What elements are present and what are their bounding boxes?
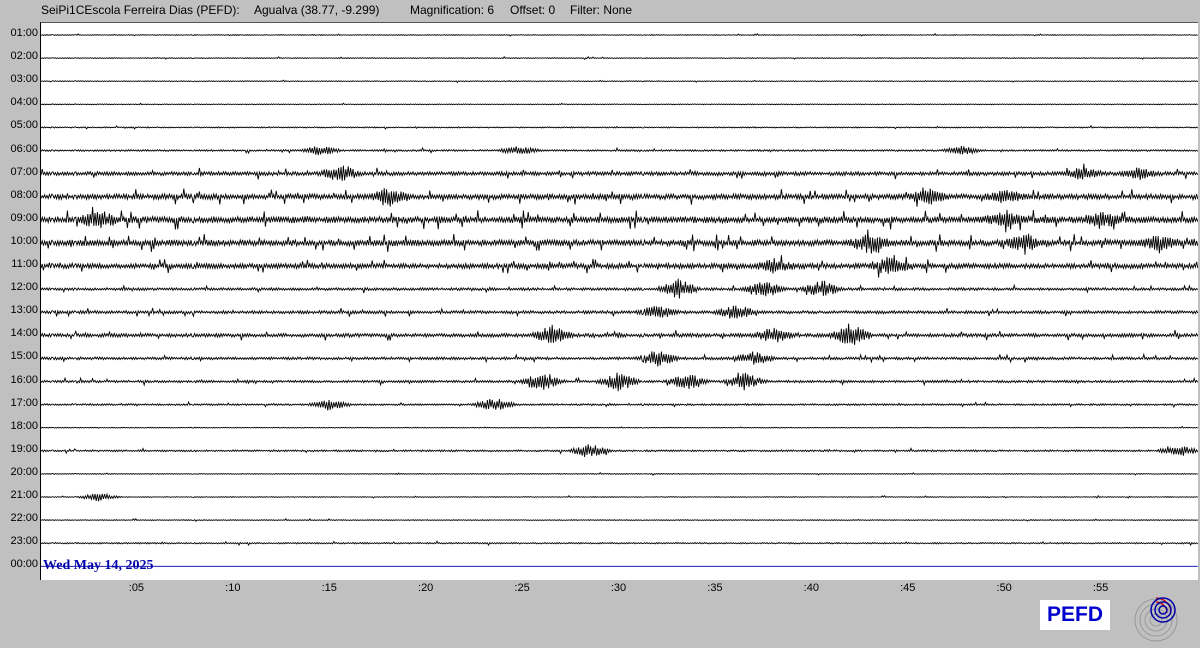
globe-logo-icon (1134, 597, 1178, 642)
trace-line-0400 (41, 102, 1198, 106)
magnification-label: Magnification: 6 (410, 3, 495, 17)
trace-line-0900 (41, 206, 1198, 233)
trace-line-0200 (41, 56, 1198, 61)
minute-tick-label: :35 (707, 582, 723, 594)
hour-tick-label: 04:00 (10, 96, 38, 109)
trace-line-1300 (41, 305, 1198, 319)
hour-tick-label: 16:00 (10, 373, 38, 386)
trace-line-1900 (41, 444, 1198, 457)
hour-tick-label: 01:00 (10, 27, 38, 39)
trace-line-2100 (41, 492, 1198, 502)
trace-line-0500 (41, 124, 1198, 130)
minute-tick-label: :10 (225, 582, 241, 594)
minute-tick-label: :55 (1092, 582, 1109, 594)
hour-tick-label: 00:00 (10, 558, 38, 571)
hour-tick-label: 05:00 (10, 119, 38, 132)
minute-tick-label: :40 (803, 582, 819, 594)
minute-tick-label: :15 (321, 582, 337, 594)
hour-tick-label: 22:00 (10, 512, 38, 525)
hour-tick-label: 10:00 (10, 234, 38, 247)
trace-line-1500 (41, 351, 1198, 367)
location-label: Agualva (38.77, -9.299) (254, 3, 380, 17)
trace-line-1200 (41, 278, 1198, 299)
trace-line-0300 (41, 79, 1198, 84)
filter-label: Filter: None (570, 3, 633, 17)
offset-label: Offset: 0 (510, 3, 556, 17)
hour-tick-label: 02:00 (10, 50, 38, 63)
hour-tick-label: 06:00 (10, 142, 38, 155)
trace-line-0100 (41, 32, 1198, 37)
hour-tick-label: 08:00 (10, 188, 38, 201)
hour-tick-label: 03:00 (10, 73, 38, 86)
trace-line-1100 (41, 254, 1198, 278)
trace-line-1600 (41, 372, 1198, 392)
hour-tick-label: 15:00 (10, 350, 38, 363)
trace-line-2200 (41, 518, 1198, 523)
date-label: Wed May 14, 2025 (43, 558, 154, 573)
trace-line-0800 (41, 187, 1198, 207)
trace-line-2300 (41, 540, 1198, 547)
minute-tick-label: :05 (128, 582, 145, 594)
hour-tick-label: 14:00 (10, 327, 38, 340)
hour-tick-label: 21:00 (10, 489, 38, 501)
hour-tick-label: 13:00 (10, 304, 38, 317)
hour-tick-label: 19:00 (10, 442, 38, 455)
trace-line-0600 (41, 146, 1198, 156)
hour-tick-label: 23:00 (10, 535, 38, 548)
header-bar: SeiPi1CEscola Ferreira Dias (PEFD): Agua… (0, 0, 1200, 20)
pefd-logo: PEFD (1040, 600, 1110, 630)
minute-tick-label: :30 (610, 582, 627, 594)
hour-tick-label: 18:00 (10, 419, 38, 432)
seismogram-traces (41, 32, 1198, 567)
trace-line-2000 (41, 471, 1198, 476)
helicorder-plot (40, 22, 1198, 580)
station-label: SeiPi1CEscola Ferreira Dias (PEFD): (41, 3, 240, 17)
hour-tick-label: 09:00 (10, 211, 38, 224)
minute-tick-label: :45 (900, 582, 916, 594)
hour-tick-label: 17:00 (10, 396, 38, 409)
minute-tick-label: :20 (418, 582, 434, 594)
minute-tick-label: :25 (514, 582, 530, 594)
hour-tick-label: 11:00 (11, 258, 38, 270)
minute-tick-label: :50 (996, 582, 1012, 594)
trace-line-1400 (41, 323, 1198, 345)
trace-line-0700 (41, 163, 1198, 181)
hour-tick-label: 07:00 (10, 165, 38, 178)
hour-tick-label: 12:00 (10, 281, 38, 294)
hour-tick-label: 20:00 (10, 465, 38, 478)
trace-line-1000 (41, 229, 1198, 255)
trace-line-1700 (41, 398, 1198, 411)
trace-line-1800 (41, 425, 1198, 429)
